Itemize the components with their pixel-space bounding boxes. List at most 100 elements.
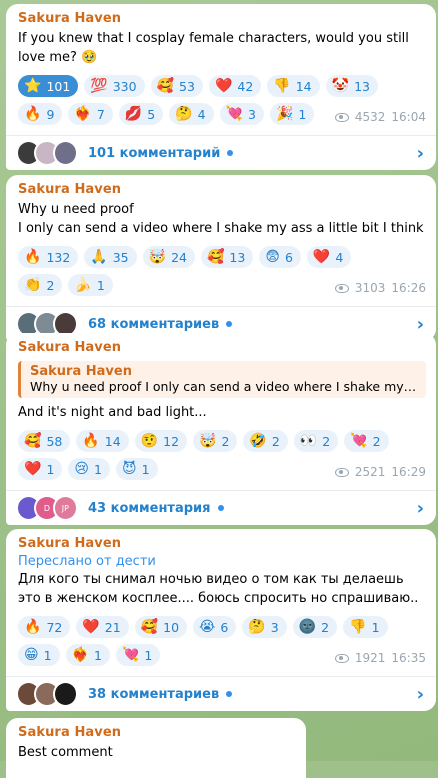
- views-eye-icon: [334, 112, 349, 122]
- reaction-chip[interactable]: 🙏 35: [84, 246, 137, 268]
- reaction-chip[interactable]: 😨 6: [259, 246, 301, 268]
- reaction-emoji-icon: ❤️‍🔥: [71, 647, 89, 663]
- reaction-count: 132: [46, 249, 71, 265]
- channel-post[interactable]: Sakura Haven Why u need proof I only can…: [6, 175, 436, 341]
- reaction-chip[interactable]: 👏 2: [18, 274, 63, 296]
- reaction-emoji-icon: 😨: [265, 249, 280, 265]
- post-time: 16:35: [391, 651, 426, 665]
- post-time: 16:26: [391, 281, 426, 295]
- reaction-chip[interactable]: 🥰 13: [200, 246, 254, 268]
- reaction-emoji-icon: 🌚: [298, 619, 317, 635]
- reaction-chip[interactable]: 🤨 12: [134, 430, 188, 452]
- reaction-count: 2: [46, 277, 55, 293]
- reaction-chip[interactable]: 🤔 3: [242, 616, 287, 638]
- reaction-chip[interactable]: 🤯 24: [142, 246, 195, 268]
- reaction-emoji-icon: 💋: [124, 106, 143, 122]
- reaction-chip[interactable]: 🎉 1: [269, 103, 315, 125]
- reaction-chip[interactable]: 😈 1: [115, 458, 158, 480]
- reaction-count: 4: [335, 249, 344, 265]
- commenter-avatars: D JP: [16, 495, 78, 521]
- post-text-line: Why u need proof: [18, 202, 134, 217]
- views-count: 1921: [354, 651, 386, 665]
- reply-text: Why u need proof I only can send a video…: [30, 379, 418, 394]
- reaction-chip[interactable]: 👀 2: [293, 430, 339, 452]
- reaction-emoji-icon: 😭: [199, 619, 216, 635]
- reaction-chip[interactable]: 🤣 2: [243, 430, 288, 452]
- reaction-chip[interactable]: ❤️‍🔥 7: [68, 103, 113, 125]
- commenter-avatars: [16, 681, 78, 707]
- unread-dot: [226, 321, 233, 327]
- channel-post[interactable]: Sakura Haven Sakura Haven Why u need pro…: [6, 333, 436, 525]
- forwarded-from[interactable]: Переслано от дести: [18, 554, 426, 569]
- reaction-chip[interactable]: 🥰 10: [134, 616, 188, 638]
- comments-button[interactable]: D JP 43 комментария ›: [6, 491, 436, 525]
- reaction-chip[interactable]: 🔥 9: [18, 103, 63, 125]
- reaction-chip[interactable]: 🥰 58: [18, 430, 71, 452]
- reaction-chip[interactable]: 🔥 72: [18, 616, 71, 638]
- reaction-chip[interactable]: 🌚 2: [292, 616, 338, 638]
- unread-dot: [226, 691, 233, 697]
- reaction-chip[interactable]: ❤️ 21: [76, 616, 129, 638]
- reaction-chip[interactable]: 💋 5: [118, 103, 164, 125]
- reaction-count: 330: [112, 78, 137, 94]
- views-eye-icon: [334, 653, 349, 663]
- post-author: Sakura Haven: [18, 182, 122, 197]
- reaction-chip[interactable]: 👎 14: [267, 75, 320, 97]
- reaction-chip[interactable]: 💘 1: [115, 644, 161, 666]
- reaction-chip[interactable]: ❤️‍🔥 1: [65, 644, 110, 666]
- reaction-chip[interactable]: 🥰 53: [150, 75, 203, 97]
- comments-label: 101 комментарий: [88, 145, 221, 161]
- reaction-chip[interactable]: 🍌 1: [68, 274, 113, 296]
- reaction-emoji-icon: 🥰: [24, 433, 42, 449]
- reaction-chip[interactable]: 💘 3: [219, 103, 264, 125]
- reaction-chip[interactable]: 😁 1: [18, 644, 60, 666]
- reaction-chip[interactable]: ⭐ 101: [18, 75, 79, 97]
- reaction-emoji-icon: 💯: [90, 78, 108, 94]
- post-time: 16:04: [391, 110, 426, 124]
- reaction-chip[interactable]: 👎 1: [343, 616, 388, 638]
- reply-quote[interactable]: Sakura Haven Why u need proof I only can…: [18, 361, 426, 398]
- channel-post[interactable]: Sakura Haven If you knew that I cosplay …: [6, 4, 436, 170]
- reaction-count: 2: [322, 433, 331, 449]
- reaction-emoji-icon: 👀: [299, 433, 318, 449]
- reaction-chip[interactable]: 🤯 2: [193, 430, 238, 452]
- avatar: JP: [52, 495, 78, 521]
- reaction-emoji-icon: 🔥: [24, 106, 42, 122]
- reaction-emoji-icon: 💘: [225, 106, 243, 122]
- reaction-count: 13: [229, 249, 246, 265]
- reaction-chip[interactable]: 🤡 13: [325, 75, 378, 97]
- channel-post[interactable]: Sakura Haven Переслано от дести Для кого…: [6, 529, 436, 711]
- reaction-emoji-icon: ❤️‍🔥: [74, 106, 92, 122]
- reaction-chip[interactable]: 💯 330: [84, 75, 145, 97]
- post-author: Sakura Haven: [18, 340, 122, 355]
- reaction-count: 2: [221, 433, 230, 449]
- reaction-chip[interactable]: 😭 6: [193, 616, 237, 638]
- reaction-chip[interactable]: ❤️ 4: [306, 246, 352, 268]
- channel-post[interactable]: Sakura Haven Best comment: [6, 718, 306, 778]
- reaction-chip[interactable]: 😢 1: [68, 458, 110, 480]
- reaction-count: 1: [96, 277, 105, 293]
- reaction-emoji-icon: 🥰: [206, 249, 225, 265]
- reaction-chip[interactable]: 💘 2: [344, 430, 389, 452]
- reaction-chip[interactable]: 🔥 132: [18, 246, 79, 268]
- post-text: Для кого ты снимал ночью видео о том как…: [18, 572, 419, 606]
- reaction-chip[interactable]: ❤️ 1: [18, 458, 63, 480]
- comments-button[interactable]: 101 комментарий ›: [6, 136, 436, 170]
- reaction-emoji-icon: 🥰: [156, 78, 175, 94]
- views-eye-icon: [334, 467, 349, 477]
- comments-button[interactable]: 38 комментариев ›: [6, 677, 436, 711]
- reaction-count: 13: [354, 78, 370, 94]
- reaction-emoji-icon: 👎: [273, 78, 291, 94]
- reaction-emoji-icon: 🥰: [140, 619, 159, 635]
- chevron-right-icon: ›: [416, 142, 424, 164]
- reaction-count: 1: [144, 647, 153, 663]
- post-text-line: I only can send a video where I shake my…: [18, 221, 424, 236]
- reaction-chip[interactable]: ❤️ 42: [208, 75, 262, 97]
- reaction-chip[interactable]: 🤔 4: [169, 103, 214, 125]
- reaction-count: 53: [179, 78, 195, 94]
- reaction-emoji-icon: 😈: [121, 461, 137, 477]
- comments-label: 43 комментария: [88, 500, 211, 516]
- reaction-count: 1: [43, 647, 52, 663]
- reaction-count: 14: [104, 433, 121, 449]
- reaction-chip[interactable]: 🔥 14: [76, 430, 129, 452]
